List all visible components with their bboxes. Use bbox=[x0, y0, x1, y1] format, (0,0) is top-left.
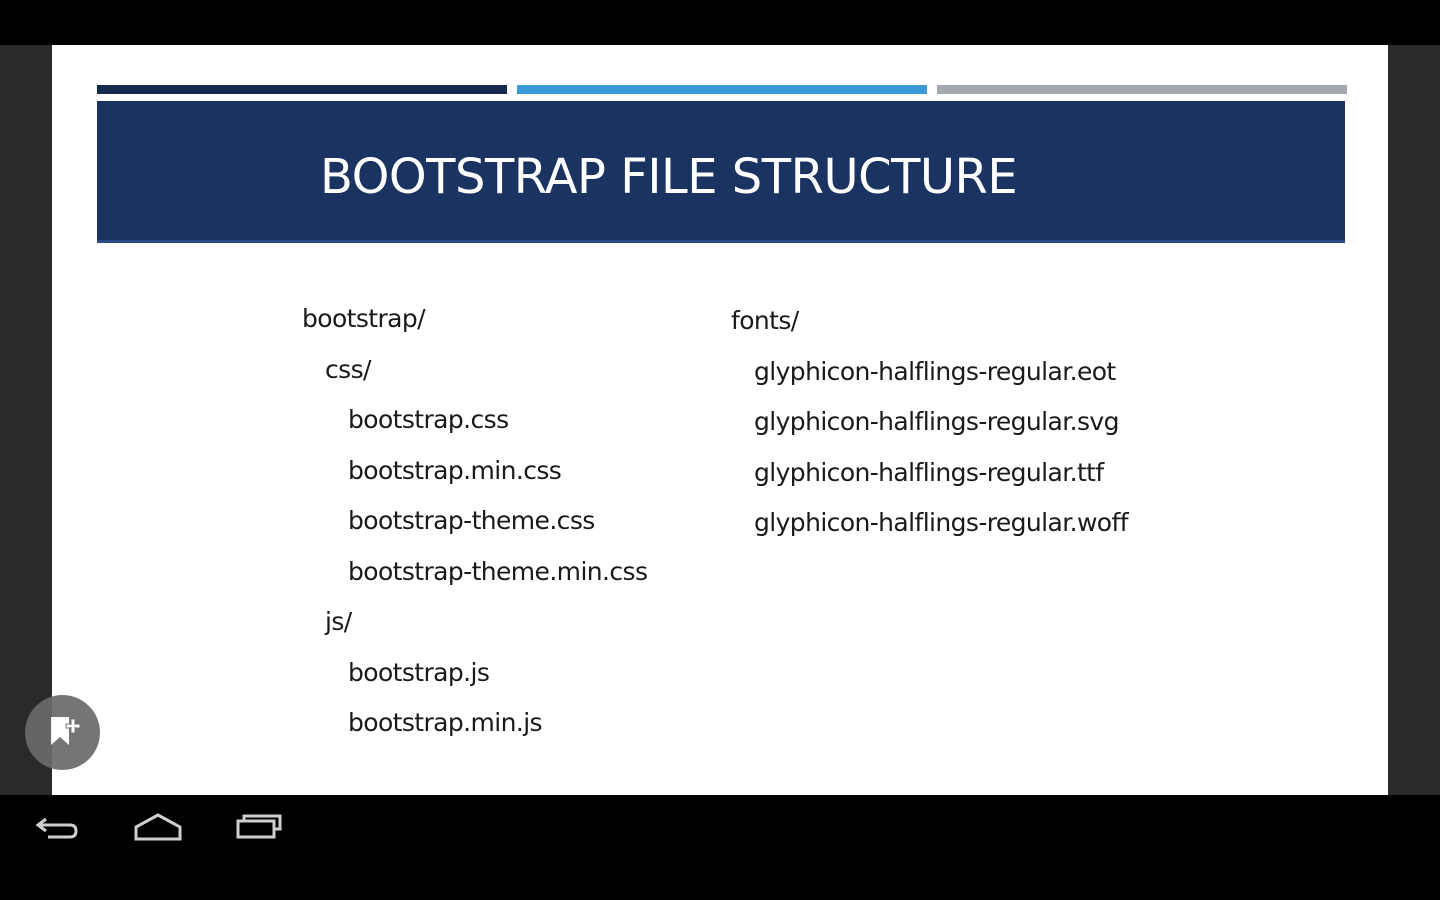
back-button[interactable] bbox=[30, 807, 90, 847]
left-letterbox bbox=[0, 45, 52, 795]
home-button[interactable] bbox=[128, 807, 188, 847]
bookmark-add-button[interactable] bbox=[25, 695, 100, 770]
recent-apps-icon bbox=[236, 814, 282, 839]
file-tree-item: bootstrap-theme.css bbox=[348, 506, 595, 535]
file-tree-item: bootstrap.css bbox=[348, 405, 509, 434]
system-navigation-bar bbox=[0, 795, 1440, 900]
slide-title: BOOTSTRAP FILE STRUCTURE bbox=[320, 149, 1018, 205]
presentation-slide: BOOTSTRAP FILE STRUCTURE bootstrap/css/b… bbox=[52, 45, 1388, 795]
folder-label: fonts/ bbox=[731, 306, 799, 335]
accent-bar-blue bbox=[517, 85, 927, 94]
file-tree-item: bootstrap-theme.min.css bbox=[348, 556, 648, 586]
file-tree-item: glyphicon-halflings-regular.eot bbox=[754, 356, 1116, 386]
back-arrow-icon bbox=[35, 817, 78, 839]
title-banner: BOOTSTRAP FILE STRUCTURE bbox=[97, 101, 1345, 243]
file-tree-item: bootstrap.min.js bbox=[348, 708, 543, 737]
file-tree-item: glyphicon-halflings-regular.woff bbox=[754, 508, 1129, 537]
file-tree-item: bootstrap.min.css bbox=[348, 455, 562, 485]
home-icon bbox=[134, 813, 182, 841]
bookmark-add-icon bbox=[51, 717, 81, 745]
file-tree-item: js/ bbox=[325, 607, 352, 636]
file-tree-item: glyphicon-halflings-regular.svg bbox=[754, 407, 1119, 436]
accent-bar-dark bbox=[97, 85, 507, 94]
file-tree-item: glyphicon-halflings-regular.ttf bbox=[754, 457, 1104, 487]
accent-bar-gray bbox=[937, 85, 1347, 94]
right-letterbox bbox=[1388, 45, 1440, 795]
folder-label: bootstrap/ bbox=[302, 304, 426, 333]
file-tree-item: bootstrap.js bbox=[348, 657, 490, 687]
recent-apps-button[interactable] bbox=[232, 807, 292, 847]
file-tree-item: css/ bbox=[325, 354, 371, 384]
